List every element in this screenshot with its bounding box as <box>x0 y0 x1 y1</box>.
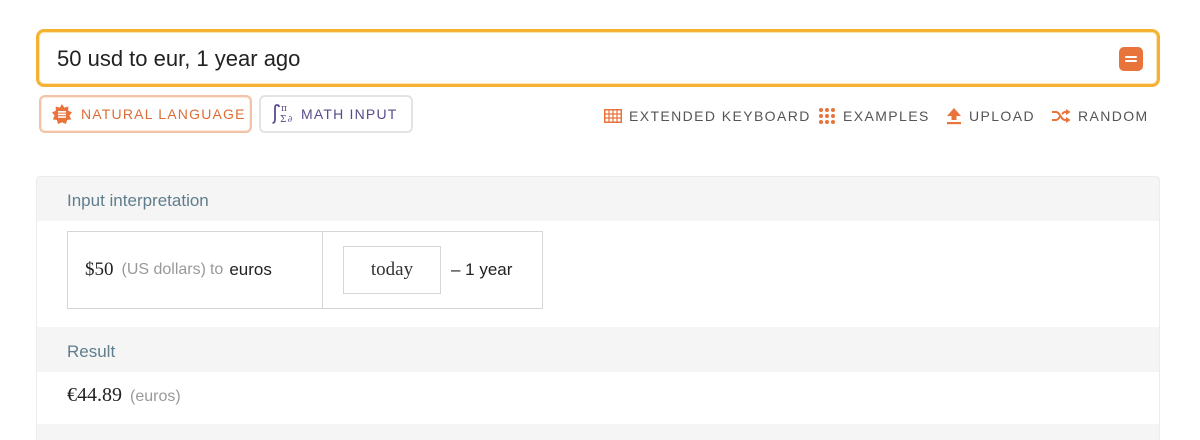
math-input-button[interactable]: π Σ∂ MATH INPUT <box>259 95 413 133</box>
interpretation-table: $50 (US dollars) to euros today – 1 year <box>67 231 543 309</box>
submit-button[interactable] <box>1119 47 1143 71</box>
to-word: to <box>209 261 224 278</box>
svg-text:π: π <box>281 104 288 114</box>
random-label: RANDOM <box>1078 108 1149 124</box>
sun-badge-icon <box>51 103 73 125</box>
random-button[interactable]: RANDOM <box>1051 106 1149 126</box>
target-currency: euros <box>229 260 272 279</box>
conversion-cell: $50 (US dollars) to euros <box>68 232 323 308</box>
input-interpretation-title: Input interpretation <box>67 191 209 210</box>
natural-language-label: NATURAL LANGUAGE <box>81 106 246 122</box>
result-pod: €44.89 (euros) <box>37 372 1159 424</box>
integral-pi-sigma-icon: π Σ∂ <box>271 102 293 126</box>
dot-grid-icon <box>818 107 836 125</box>
upload-label: UPLOAD <box>969 108 1035 124</box>
amount-value: $50 <box>85 259 114 280</box>
upload-button[interactable]: UPLOAD <box>946 106 1035 126</box>
svg-text:Σ∂: Σ∂ <box>280 115 293 125</box>
extended-keyboard-button[interactable]: EXTENDED KEYBOARD <box>604 106 811 126</box>
result-amount: €44.89 <box>67 384 122 406</box>
math-input-label: MATH INPUT <box>301 106 398 122</box>
result-unit: (euros) <box>130 388 181 405</box>
result-title: Result <box>67 342 116 361</box>
time-offset: – 1 year <box>451 260 513 279</box>
upload-arrow-icon <box>946 107 962 125</box>
extended-keyboard-label: EXTENDED KEYBOARD <box>629 108 811 124</box>
examples-button[interactable]: EXAMPLES <box>818 106 930 126</box>
results-panel: Input interpretation $50 (US dollars) to… <box>36 176 1160 440</box>
time-base-box: today <box>343 246 441 294</box>
keyboard-grid-icon <box>604 109 622 123</box>
natural-language-button[interactable]: NATURAL LANGUAGE <box>39 95 252 133</box>
amount-unit: (US dollars) <box>121 261 206 278</box>
input-interpretation-pod: $50 (US dollars) to euros today – 1 year <box>37 221 1159 327</box>
result-line: €44.89 (euros) <box>67 384 181 407</box>
search-input[interactable]: 50 usd to eur, 1 year ago <box>36 29 1160 87</box>
time-cell: today – 1 year <box>323 232 542 308</box>
shuffle-icon <box>1051 108 1071 124</box>
examples-label: EXAMPLES <box>843 108 930 124</box>
search-query-text[interactable]: 50 usd to eur, 1 year ago <box>57 46 300 72</box>
